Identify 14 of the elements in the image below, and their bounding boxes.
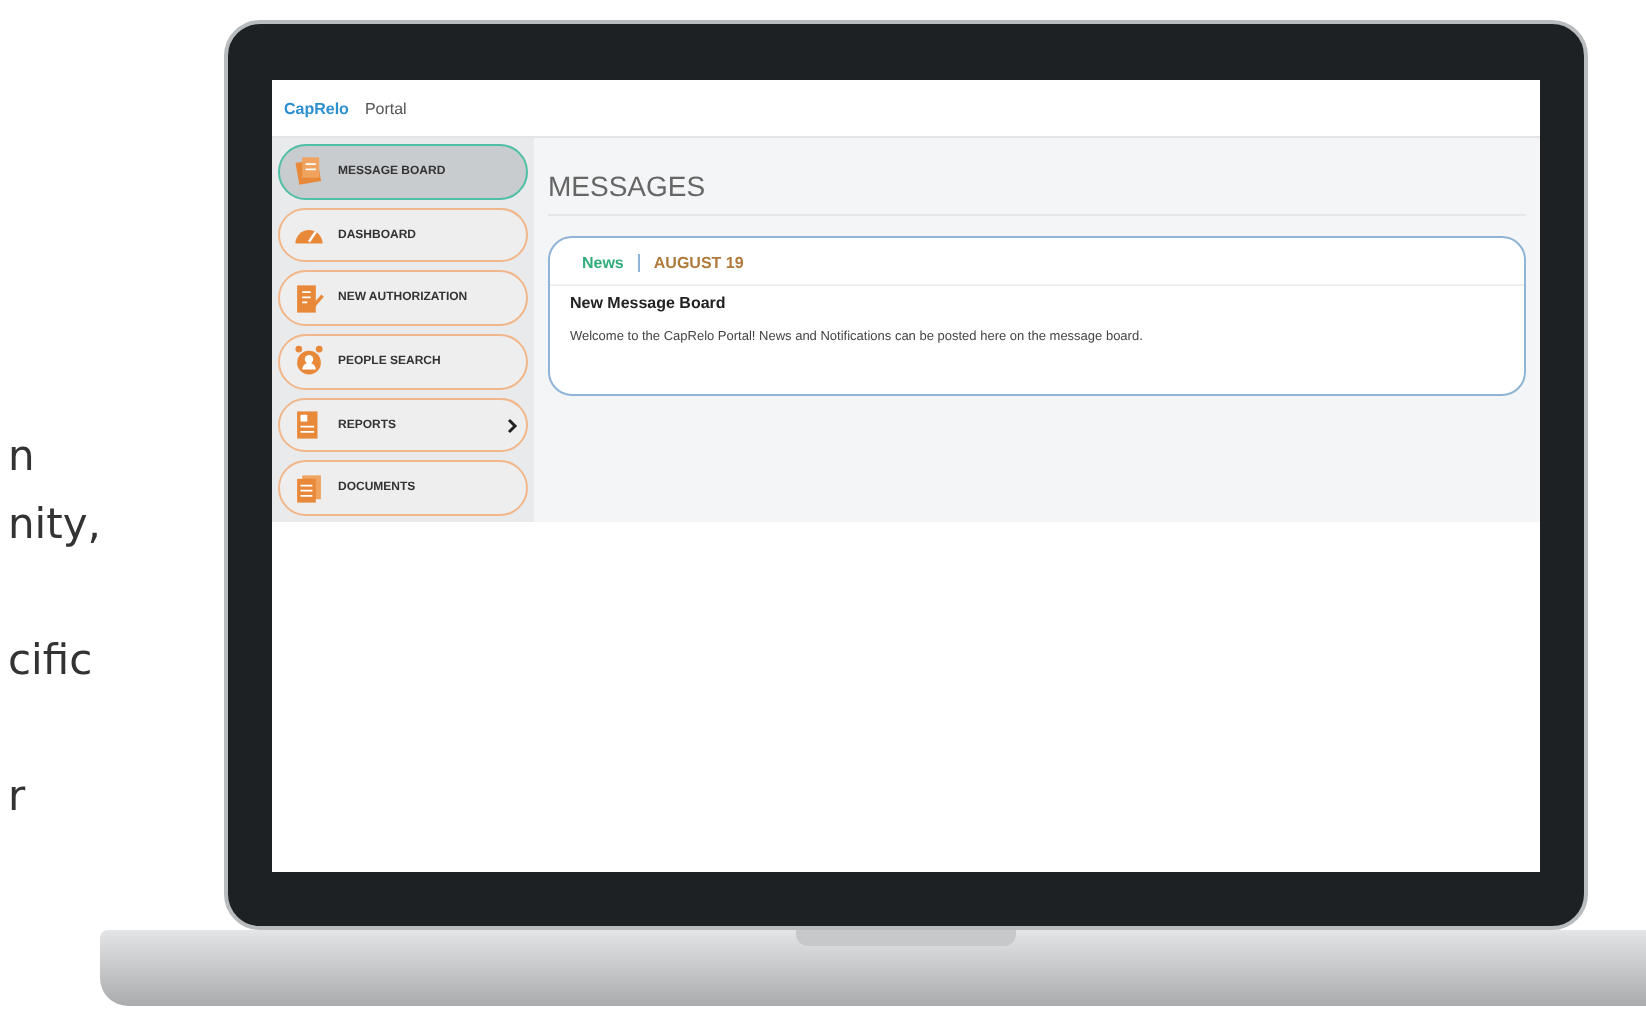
logo: CapRelo xyxy=(283,99,349,117)
menu-icon xyxy=(291,281,326,316)
message-tag: News xyxy=(581,254,624,272)
text-fragment: cific xyxy=(8,636,93,684)
portal-title: Portal xyxy=(364,99,407,117)
menu-icon xyxy=(291,471,326,506)
text-fragment: nity, xyxy=(8,500,101,548)
message-date: AUGUST 19 xyxy=(653,254,744,272)
menu-icon xyxy=(291,154,326,189)
page-heading: MESSAGES xyxy=(547,138,1526,216)
menu-icon xyxy=(291,344,326,379)
message-title: New Message Board xyxy=(569,294,728,312)
text-fragment: r xyxy=(8,772,26,820)
text-fragment: n xyxy=(8,432,35,480)
